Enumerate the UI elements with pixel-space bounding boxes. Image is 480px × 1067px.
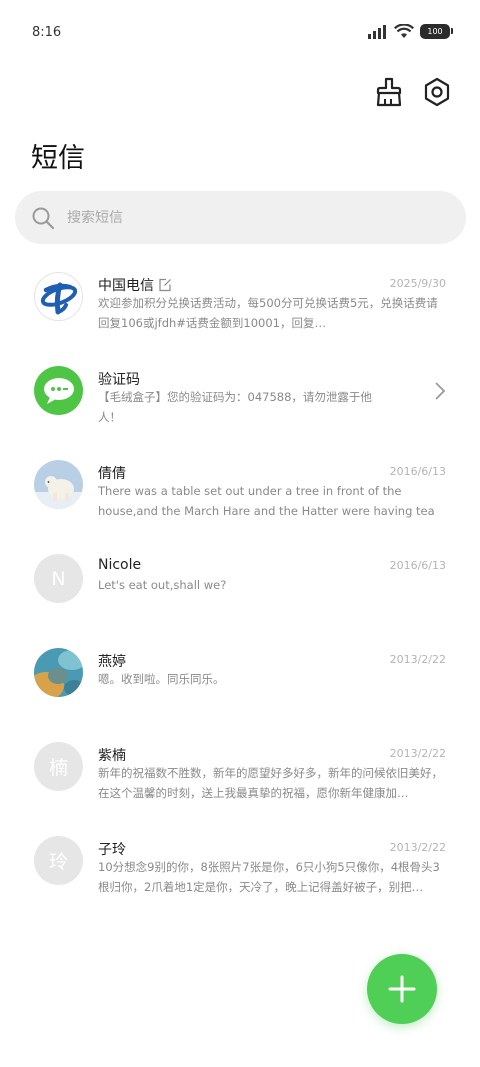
polar-bear-photo-icon <box>34 460 83 509</box>
edit-icon <box>159 278 171 292</box>
conversation-name-text: 紫楠 <box>98 748 126 764</box>
conversation-item[interactable]: 验证码 【毛绒盒子】您的验证码为：047588，请勿泄露于他人！ <box>0 344 480 438</box>
settings-button[interactable] <box>422 76 452 108</box>
chevron-right-icon[interactable] <box>434 381 446 401</box>
conversation-preview: 10分想念9别的你，8张照片7张是你，6只小狗5只像你，4根骨头3根归你，2爪着… <box>98 860 440 894</box>
conversation-name: 紫楠 <box>98 745 126 765</box>
status-bar: 8:16 100 <box>0 0 480 66</box>
conversation-name: 燕婷 <box>98 651 126 671</box>
conversation-preview: There was a table set out under a tree i… <box>98 484 435 518</box>
conversation-item[interactable]: 楠 紫楠 2013/2/22 新年的祝福数不胜数，新年的愿望好多好多，新年的问候… <box>0 720 480 814</box>
conversation-date: 2025/9/30 <box>389 277 446 290</box>
avatar-letter: 楠 <box>48 757 68 779</box>
avatar <box>34 272 83 321</box>
conversation-preview: 新年的祝福数不胜数，新年的愿望好多好多，新年的问候依旧美好，在这个温馨的时刻，送… <box>98 766 443 800</box>
battery-icon: 100 <box>420 24 453 39</box>
top-actions <box>374 76 452 108</box>
conversation-name: 中国电信 <box>98 275 172 295</box>
avatar <box>34 460 83 509</box>
status-icons: 100 <box>368 24 453 39</box>
clean-button[interactable] <box>374 76 404 108</box>
conversation-name-text: 燕婷 <box>98 654 126 670</box>
conversation-name-text: 倩倩 <box>98 466 126 482</box>
conversation-date: 2013/2/22 <box>389 747 446 760</box>
page-title: 短信 <box>31 143 85 174</box>
conversation-preview: 【毛绒盒子】您的验证码为：047588，请勿泄露于他人！ <box>98 390 372 424</box>
settings-icon <box>424 77 450 107</box>
conversation-name: 子玲 <box>98 839 126 859</box>
search-icon <box>32 207 55 229</box>
conversation-name: 验证码 <box>98 369 140 389</box>
avatar <box>34 648 83 697</box>
conversation-item[interactable]: 燕婷 2013/2/22 嗯。收到啦。同乐同乐。 <box>0 626 480 720</box>
message-bubble-icon <box>43 377 74 404</box>
landscape-photo-icon <box>34 648 83 697</box>
signal-icon <box>368 24 386 39</box>
conversation-date: 2013/2/22 <box>389 841 446 854</box>
conversation-date: 2016/6/13 <box>389 559 446 572</box>
conversation-date: 2013/2/22 <box>389 653 446 666</box>
china-telecom-logo-icon <box>40 282 77 314</box>
avatar: N <box>34 554 83 603</box>
broom-icon <box>376 77 402 107</box>
conversation-name-text: Nicole <box>98 557 142 573</box>
avatar: 玲 <box>34 836 83 885</box>
conversation-preview: 嗯。收到啦。同乐同乐。 <box>98 672 225 686</box>
conversation-item[interactable]: N Nicole 2016/6/13 Let's eat out,shall w… <box>0 532 480 626</box>
battery-level: 100 <box>427 27 443 36</box>
conversation-name-text: 子玲 <box>98 842 126 858</box>
plus-icon <box>388 975 416 1003</box>
conversation-name-text: 验证码 <box>98 372 140 388</box>
conversation-name: Nicole <box>98 557 141 573</box>
status-time: 8:16 <box>32 25 62 40</box>
compose-button[interactable] <box>367 954 437 1024</box>
conversation-name-text: 中国电信 <box>98 278 154 294</box>
wifi-icon <box>394 24 414 38</box>
conversation-name: 倩倩 <box>98 463 126 483</box>
search-bar[interactable] <box>15 191 466 244</box>
conversation-date: 2016/6/13 <box>389 465 446 478</box>
conversation-list: 中国电信 2025/9/30 欢迎参加积分兑换话费活动，每500分可兑换话费5元… <box>0 250 480 908</box>
conversation-item[interactable]: 中国电信 2025/9/30 欢迎参加积分兑换话费活动，每500分可兑换话费5元… <box>0 250 480 344</box>
conversation-item[interactable]: 倩倩 2016/6/13 There was a table set out u… <box>0 438 480 532</box>
avatar <box>34 366 83 415</box>
avatar-letter: 玲 <box>48 851 68 873</box>
conversation-preview: 欢迎参加积分兑换话费活动，每500分可兑换话费5元，兑换话费请回复106或jfd… <box>98 296 438 330</box>
conversation-preview: Let's eat out,shall we? <box>98 578 227 592</box>
avatar: 楠 <box>34 742 83 791</box>
avatar-letter: N <box>51 567 66 590</box>
conversation-item[interactable]: 玲 子玲 2013/2/22 10分想念9别的你，8张照片7张是你，6只小狗5只… <box>0 814 480 908</box>
search-input[interactable] <box>67 209 407 226</box>
